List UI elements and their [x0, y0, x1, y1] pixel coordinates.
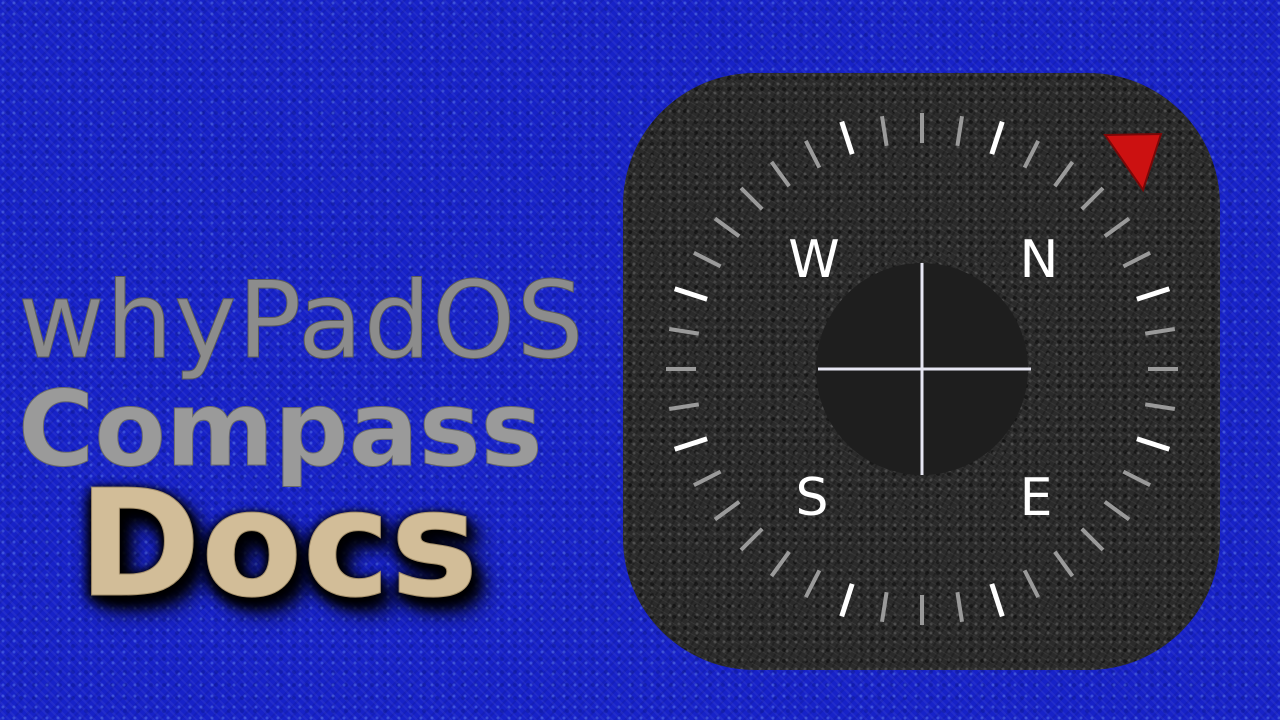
- dial-minor-tick: [880, 115, 889, 147]
- dial-minor-tick: [1122, 469, 1152, 487]
- dial-minor-tick: [1144, 402, 1176, 411]
- dial-minor-tick: [804, 569, 822, 599]
- dial-minor-tick: [739, 186, 764, 211]
- dial-minor-tick: [1122, 251, 1152, 269]
- dial-minor-tick: [955, 115, 964, 147]
- dial-minor-tick: [1103, 500, 1131, 522]
- dial-major-tick: [839, 120, 855, 155]
- dial-minor-tick: [804, 139, 822, 169]
- compass-dial: W N S E: [666, 113, 1178, 625]
- direction-north-label: N: [1020, 230, 1059, 290]
- north-pointer-icon: [1103, 132, 1163, 193]
- dial-minor-tick: [1053, 160, 1075, 188]
- dial-minor-tick: [739, 527, 764, 552]
- dial-major-tick: [1136, 286, 1171, 302]
- dial-minor-tick: [668, 327, 700, 336]
- compass-app-icon: W N S E: [623, 73, 1220, 670]
- dial-minor-tick: [1022, 139, 1040, 169]
- dial-major-tick: [673, 286, 708, 302]
- direction-south-label: S: [795, 468, 828, 528]
- dial-minor-tick: [955, 591, 964, 623]
- dial-minor-tick: [692, 251, 722, 269]
- dial-minor-tick: [713, 216, 741, 238]
- title-line-whypados: whyPadOS: [18, 259, 585, 382]
- dial-minor-tick: [1080, 527, 1105, 552]
- direction-east-label: E: [1020, 468, 1053, 528]
- dial-minor-tick: [769, 160, 791, 188]
- dial-major-tick: [989, 120, 1005, 155]
- dial-major-tick: [839, 583, 855, 618]
- dial-minor-tick: [1080, 186, 1105, 211]
- dial-minor-tick: [1022, 569, 1040, 599]
- dial-minor-tick: [1053, 550, 1075, 578]
- dial-minor-tick: [668, 402, 700, 411]
- dial-minor-tick: [692, 469, 722, 487]
- dial-major-tick: [1136, 436, 1171, 452]
- title-line-docs: Docs: [77, 458, 479, 630]
- dial-minor-tick: [1144, 327, 1176, 336]
- dial-minor-tick: [769, 550, 791, 578]
- dial-minor-tick: [713, 500, 741, 522]
- dial-major-tick: [673, 436, 708, 452]
- dial-minor-tick: [1103, 216, 1131, 238]
- dial-major-tick: [989, 583, 1005, 618]
- direction-west-label: W: [788, 230, 839, 290]
- dial-minor-tick: [880, 591, 889, 623]
